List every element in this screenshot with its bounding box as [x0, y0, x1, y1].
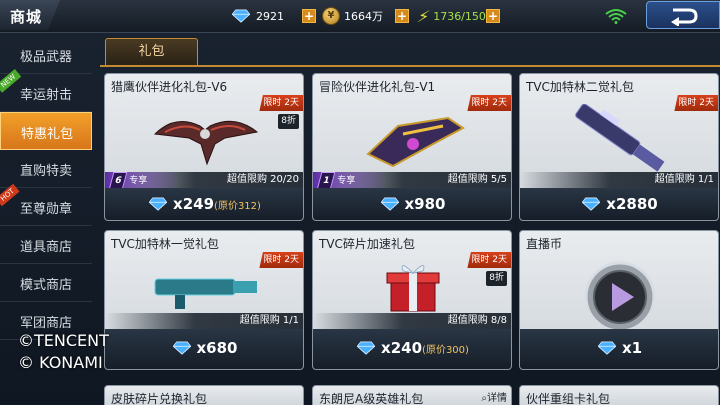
shop-title: 商城 — [0, 0, 60, 30]
back-button[interactable] — [646, 1, 720, 29]
pack-title: 直播币 — [526, 237, 563, 251]
pack-title: TVC碎片加速礼包 — [319, 237, 415, 251]
adventure-companion-icon — [366, 116, 465, 168]
tab-underline — [100, 65, 720, 67]
energy-add-button[interactable]: + — [486, 6, 500, 26]
diamond-add-button[interactable]: + — [302, 6, 316, 26]
pack-card-tvc-shard[interactable]: TVC碎片加速礼包 限时 2天 8折 超值限购 8/8 x240(原价300) — [312, 230, 512, 370]
buy-button[interactable]: x2880 — [520, 188, 718, 220]
diamond-icon — [582, 197, 601, 211]
price: x1 — [621, 339, 643, 357]
hot-tag: HOT — [0, 183, 20, 207]
sidebar-item-label: 军团商店 — [20, 316, 73, 331]
discount-badge: 8折 — [486, 271, 507, 286]
gift-box-icon — [386, 265, 440, 312]
time-limit-badge: 限时 2天 — [467, 252, 511, 268]
price: x240 — [381, 339, 423, 357]
diamond-icon — [357, 341, 376, 355]
play-coin-icon — [584, 261, 656, 333]
diamond-icon — [380, 197, 399, 211]
vip-exclusive-tag: 1 专享 — [313, 172, 383, 190]
top-bar: 商城 2921 + ¥ 1664万 + ⚡ 1736/150 + — [0, 0, 720, 33]
tab-packs[interactable]: 礼包 — [105, 38, 198, 65]
buy-button[interactable]: x1 — [520, 329, 718, 369]
plus-icon: + — [486, 9, 500, 23]
gatling-gun-icon — [154, 278, 257, 309]
sidebar-item-label: 直购特卖 — [20, 164, 73, 179]
gatling-gun-icon — [575, 104, 665, 172]
detail-link[interactable]: ⌕详情 — [481, 389, 507, 404]
price: x2880 — [606, 195, 658, 213]
buy-button[interactable]: x240(原价300) — [313, 329, 511, 369]
buy-button[interactable]: x680 — [105, 329, 303, 369]
sidebar-item-mode-shop[interactable]: 模式商店 — [0, 264, 92, 302]
coin-icon: ¥ — [322, 7, 340, 25]
price: x980 — [404, 195, 446, 213]
pack-title: 皮肤碎片兑换礼包 — [111, 392, 208, 405]
sidebar-item-supreme-medal[interactable]: HOT 至尊勋章 — [0, 183, 92, 226]
diamond-icon — [149, 197, 168, 211]
original-price: (原价300) — [422, 345, 469, 356]
pack-title: TVC加特林一觉礼包 — [111, 237, 219, 251]
sidebar-item-label: 至尊勋章 — [20, 202, 73, 217]
discount-badge: 8折 — [278, 114, 299, 129]
coin-value: 1664万 — [344, 10, 383, 23]
sidebar-item-label: 极品武器 — [20, 50, 73, 65]
sidebar-item-label: 道具商店 — [20, 240, 73, 255]
tencent-copyright: ©TENCENT — [18, 331, 109, 350]
konami-copyright: © KONAMI — [18, 353, 103, 372]
pack-title: 东朗尼A级英雄礼包 — [319, 392, 424, 405]
pack-card-live-coin[interactable]: 直播币 x1 — [519, 230, 719, 370]
price: x680 — [196, 339, 238, 357]
time-limit-badge: 限时 2天 — [259, 252, 303, 268]
coin-add-button[interactable]: + — [395, 6, 409, 26]
lightning-icon: ⚡ — [415, 6, 432, 26]
diamond-icon — [597, 341, 616, 355]
sidebar-item-label: 模式商店 — [20, 278, 73, 293]
pack-card-tvc-gatling-2[interactable]: TVC加特林二觉礼包 限时 2天 超值限购 1/1 x2880 — [519, 73, 719, 221]
falcon-companion-icon — [153, 120, 259, 166]
sidebar-item-label: 幸运射击 — [20, 88, 73, 103]
sidebar-item-lucky-shot[interactable]: NEW 幸运射击 — [0, 69, 92, 112]
energy-value: 1736/150 — [433, 9, 486, 23]
sidebar-item-label: 特惠礼包 — [21, 127, 74, 142]
pack-card-partner-reset[interactable]: 伙伴重组卡礼包 — [519, 385, 719, 405]
pack-title: TVC加特林二觉礼包 — [526, 80, 634, 94]
price: x249 — [173, 195, 215, 213]
pack-title: 冒险伙伴进化礼包-V1 — [319, 80, 436, 94]
pack-card-falcon-v6[interactable]: 猎鹰伙伴进化礼包-V6 限时 2天 8折 超值限购 20/20 6 专享 x249… — [104, 73, 304, 221]
pack-card-adventure-v1[interactable]: 冒险伙伴进化礼包-V1 限时 2天 超值限购 5/5 1 专享 x980 — [312, 73, 512, 221]
pack-title: 猎鹰伙伴进化礼包-V6 — [111, 80, 228, 94]
plus-icon: + — [395, 9, 409, 23]
sidebar-item-item-shop[interactable]: 道具商店 — [0, 226, 92, 264]
pack-card-hero-a[interactable]: 东朗尼A级英雄礼包 ⌕详情 — [312, 385, 512, 405]
diamond-icon — [232, 9, 250, 23]
plus-icon: + — [302, 9, 316, 23]
pack-title: 伙伴重组卡礼包 — [526, 392, 611, 405]
time-limit-badge: 限时 2天 — [467, 95, 511, 111]
copyright-watermark: ©TENCENT © KONAMI — [18, 330, 109, 374]
purchase-limit: 超值限购 1/1 — [520, 172, 718, 188]
sidebar-item-direct-purchase[interactable]: 直购特卖 — [0, 150, 92, 188]
buy-button[interactable]: x980 — [313, 188, 511, 220]
diamond-value: 2921 — [256, 9, 284, 23]
back-arrow-icon — [671, 8, 698, 26]
time-limit-badge: 限时 2天 — [259, 95, 303, 111]
coin-counter: ¥ 1664万 — [322, 6, 383, 26]
sidebar-item-special-packs[interactable]: 特惠礼包 — [0, 112, 92, 150]
energy-counter: ⚡ 1736/150 — [415, 6, 486, 26]
diamond-counter: 2921 — [232, 6, 284, 26]
pack-card-tvc-gatling-1[interactable]: TVC加特林一觉礼包 限时 2天 超值限购 1/1 x680 — [104, 230, 304, 370]
original-price: (原价312) — [214, 201, 261, 212]
pack-card-skin-shard[interactable]: 皮肤碎片兑换礼包 — [104, 385, 304, 405]
purchase-limit: 超值限购 1/1 — [105, 313, 303, 329]
purchase-limit: 超值限购 8/8 — [313, 313, 511, 329]
vip-exclusive-tag: 6 专享 — [105, 172, 175, 190]
time-limit-badge: 限时 2天 — [674, 95, 718, 111]
wifi-icon — [605, 9, 627, 24]
buy-button[interactable]: x249(原价312) — [105, 188, 303, 220]
diamond-icon — [172, 341, 191, 355]
